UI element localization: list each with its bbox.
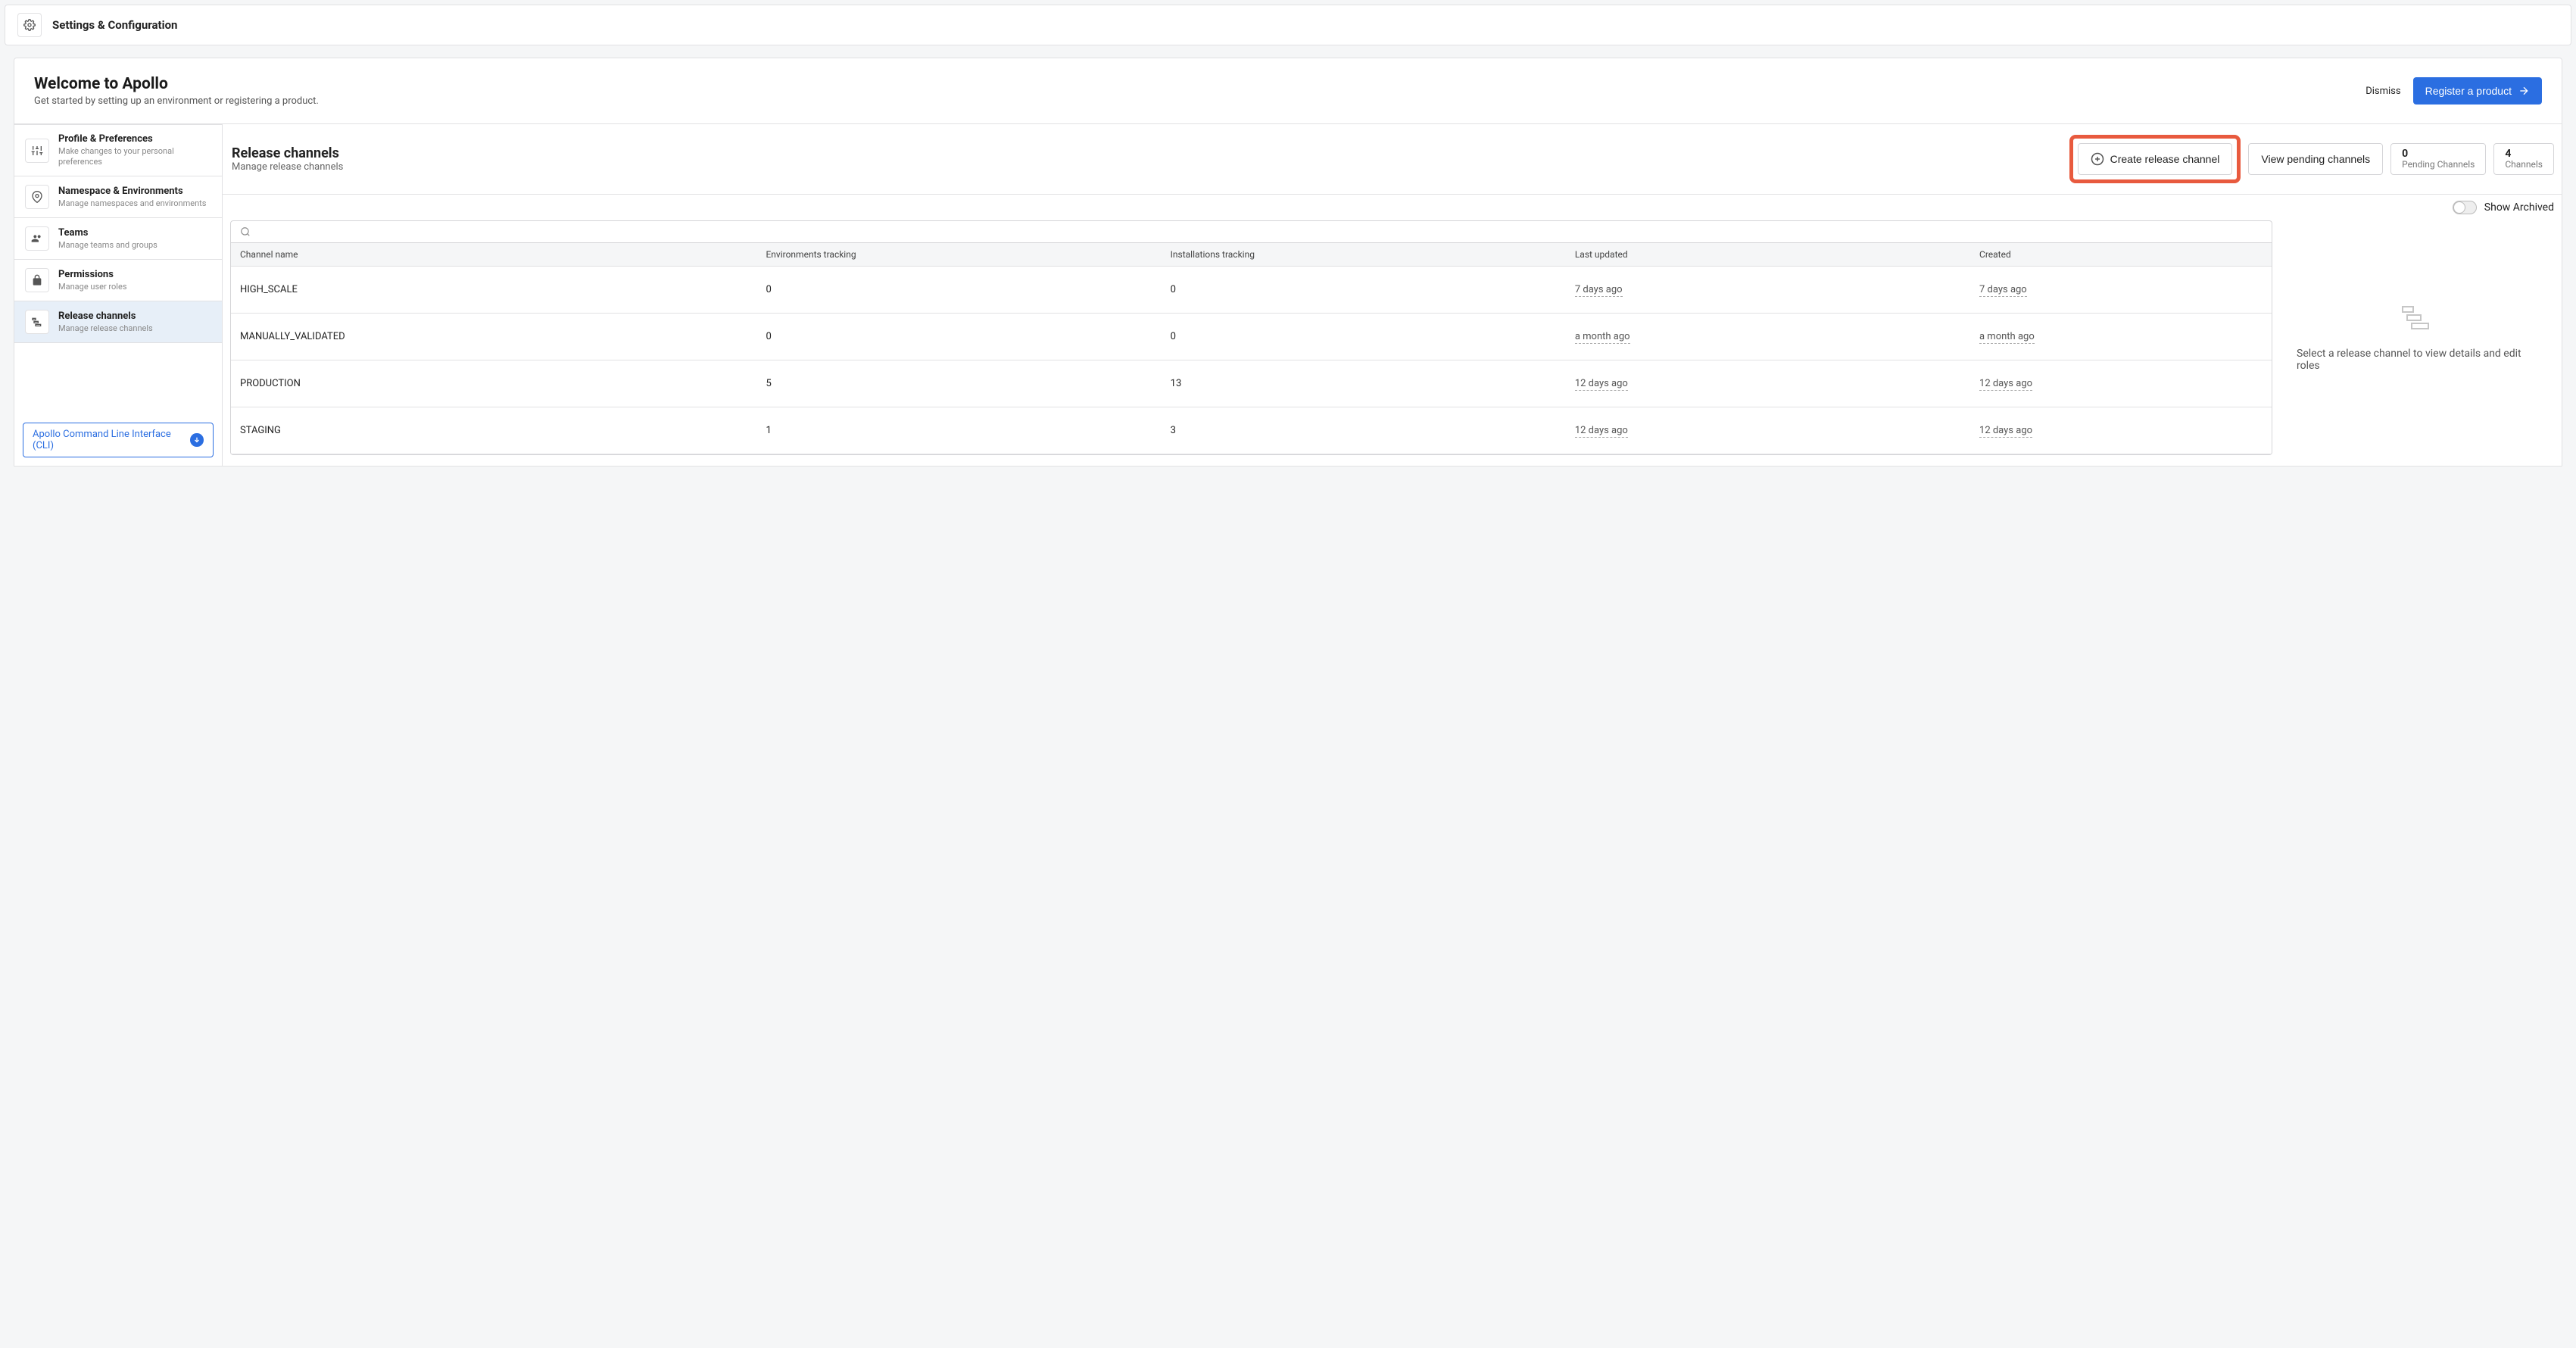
cell-env: 0 — [766, 331, 1170, 342]
settings-sidebar: Profile & Preferences Make changes to yo… — [14, 124, 223, 466]
cell-updated: 7 days ago — [1575, 284, 1979, 295]
channels-icon — [25, 310, 49, 334]
welcome-text: Welcome to Apollo Get started by setting… — [34, 75, 319, 107]
arrow-right-icon — [2518, 85, 2530, 97]
channels-placeholder-icon — [2401, 304, 2434, 331]
cell-inst: 0 — [1171, 284, 1575, 295]
sidebar-item-desc: Manage release channels — [58, 323, 153, 334]
cell-name: PRODUCTION — [240, 378, 766, 389]
content-subtitle: Manage release channels — [232, 161, 343, 173]
col-created: Created — [1979, 249, 2263, 260]
view-pending-channels-button[interactable]: View pending channels — [2248, 143, 2383, 175]
cell-created: a month ago — [1979, 331, 2263, 342]
cell-updated: 12 days ago — [1575, 378, 1979, 389]
register-product-label: Register a product — [2425, 85, 2512, 97]
welcome-actions: Dismiss Register a product — [2365, 77, 2542, 105]
users-icon — [25, 226, 49, 251]
col-environments: Environments tracking — [766, 249, 1170, 260]
highlighted-action: Create release channel — [2069, 135, 2241, 183]
plus-circle-icon — [2091, 152, 2104, 166]
col-channel-name: Channel name — [240, 249, 766, 260]
cell-inst: 3 — [1171, 425, 1575, 436]
location-icon — [25, 185, 49, 209]
sidebar-item-profile[interactable]: Profile & Preferences Make changes to yo… — [14, 124, 222, 176]
stat-label: Pending Channels — [2402, 160, 2475, 170]
sliders-icon — [25, 139, 49, 163]
cell-inst: 13 — [1171, 378, 1575, 389]
sidebar-item-label: Release channels — [58, 310, 153, 323]
sidebar-item-desc: Manage namespaces and environments — [58, 198, 206, 209]
table-row[interactable]: HIGH_SCALE 0 0 7 days ago 7 days ago — [231, 267, 2272, 314]
col-installations: Installations tracking — [1171, 249, 1575, 260]
page-header: Settings & Configuration — [5, 5, 2571, 45]
detail-pane: Select a release channel to view details… — [2281, 220, 2554, 455]
content-header: Release channels Manage release channels… — [223, 124, 2562, 195]
stat-pending-channels: 0 Pending Channels — [2390, 143, 2486, 175]
cell-updated: a month ago — [1575, 331, 1979, 342]
sidebar-item-label: Teams — [58, 227, 157, 240]
cell-name: HIGH_SCALE — [240, 284, 766, 295]
channels-table: Channel name Environments tracking Insta… — [230, 220, 2272, 455]
stat-channels: 4 Channels — [2493, 143, 2554, 175]
gear-icon — [17, 13, 42, 37]
create-release-channel-button[interactable]: Create release channel — [2078, 143, 2233, 175]
show-archived-row: Show Archived — [223, 195, 2562, 220]
content-area: Release channels Manage release channels… — [223, 124, 2562, 466]
col-last-updated: Last updated — [1575, 249, 1979, 260]
sidebar-item-label: Namespace & Environments — [58, 186, 206, 198]
stat-value: 4 — [2505, 148, 2543, 160]
page-title: Settings & Configuration — [52, 18, 177, 32]
lock-icon — [25, 268, 49, 292]
sidebar-item-teams[interactable]: Teams Manage teams and groups — [14, 218, 222, 260]
sidebar-item-desc: Manage user roles — [58, 282, 127, 292]
sidebar-item-release-channels[interactable]: Release channels Manage release channels — [14, 301, 222, 343]
create-release-channel-label: Create release channel — [2110, 153, 2220, 165]
cell-name: MANUALLY_VALIDATED — [240, 331, 766, 342]
sidebar-item-label: Profile & Preferences — [58, 133, 211, 146]
cell-env: 0 — [766, 284, 1170, 295]
download-icon — [190, 433, 204, 447]
stat-label: Channels — [2505, 160, 2543, 170]
content-title: Release channels — [232, 145, 343, 161]
cell-created: 12 days ago — [1979, 425, 2263, 436]
cli-label: Apollo Command Line Interface (CLI) — [33, 429, 190, 451]
table-row[interactable]: STAGING 1 3 12 days ago 12 days ago — [231, 407, 2272, 454]
sidebar-item-permissions[interactable]: Permissions Manage user roles — [14, 260, 222, 301]
sidebar-item-desc: Make changes to your personal preference… — [58, 146, 211, 168]
cell-inst: 0 — [1171, 331, 1575, 342]
sidebar-item-desc: Manage teams and groups — [58, 240, 157, 251]
stat-value: 0 — [2402, 148, 2475, 160]
search-input[interactable] — [231, 221, 2272, 243]
table-row[interactable]: PRODUCTION 5 13 12 days ago 12 days ago — [231, 360, 2272, 407]
cell-name: STAGING — [240, 425, 766, 436]
detail-placeholder-text: Select a release channel to view details… — [2297, 348, 2539, 372]
sidebar-item-namespace[interactable]: Namespace & Environments Manage namespac… — [14, 176, 222, 218]
show-archived-toggle[interactable] — [2453, 201, 2477, 214]
welcome-title: Welcome to Apollo — [34, 75, 319, 93]
register-product-button[interactable]: Register a product — [2413, 77, 2542, 105]
show-archived-label: Show Archived — [2484, 201, 2554, 214]
search-icon — [240, 226, 251, 237]
welcome-banner: Welcome to Apollo Get started by setting… — [14, 58, 2562, 124]
dismiss-link[interactable]: Dismiss — [2365, 86, 2400, 97]
cell-created: 12 days ago — [1979, 378, 2263, 389]
cell-env: 1 — [766, 425, 1170, 436]
welcome-subtitle: Get started by setting up an environment… — [34, 95, 319, 107]
table-header-row: Channel name Environments tracking Insta… — [231, 243, 2272, 267]
cell-env: 5 — [766, 378, 1170, 389]
cell-created: 7 days ago — [1979, 284, 2263, 295]
sidebar-item-label: Permissions — [58, 269, 127, 282]
cli-download-button[interactable]: Apollo Command Line Interface (CLI) — [23, 423, 214, 457]
cell-updated: 12 days ago — [1575, 425, 1979, 436]
view-pending-label: View pending channels — [2261, 153, 2370, 165]
table-row[interactable]: MANUALLY_VALIDATED 0 0 a month ago a mon… — [231, 314, 2272, 360]
